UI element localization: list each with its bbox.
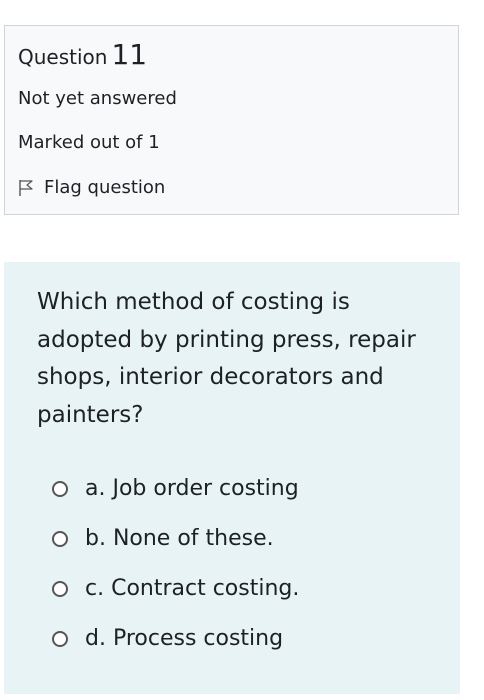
question-number: 11 — [111, 38, 148, 71]
answer-label-a: a. Job order costing — [85, 476, 299, 501]
answer-option-c[interactable]: c. Contract costing. — [52, 574, 299, 604]
question-title: Question 11 — [18, 38, 147, 74]
flag-icon — [18, 179, 34, 197]
answer-label-c: c. Contract costing. — [85, 576, 300, 601]
flag-question-label: Flag question — [44, 177, 166, 198]
answer-option-b[interactable]: b. None of these. — [52, 524, 274, 554]
answer-option-d[interactable]: d. Process costing — [52, 624, 283, 654]
radio-button-c[interactable] — [52, 581, 68, 597]
radio-button-b[interactable] — [52, 531, 68, 547]
question-grade: Marked out of 1 — [18, 132, 160, 153]
answer-option-a[interactable]: a. Job order costing — [52, 474, 299, 504]
question-info-panel: Question 11 Not yet answered Marked out o… — [4, 25, 459, 215]
radio-button-a[interactable] — [52, 481, 68, 497]
answer-label-d: d. Process costing — [85, 626, 284, 651]
answer-label-b: b. None of these. — [85, 526, 274, 551]
question-content-panel: Which method of costing is adopted by pr… — [4, 262, 460, 694]
question-state: Not yet answered — [18, 88, 177, 109]
radio-button-d[interactable] — [52, 631, 68, 647]
flag-question-link[interactable]: Flag question — [18, 176, 165, 200]
question-text: Which method of costing is adopted by pr… — [37, 289, 416, 428]
question-label: Question — [18, 45, 108, 69]
